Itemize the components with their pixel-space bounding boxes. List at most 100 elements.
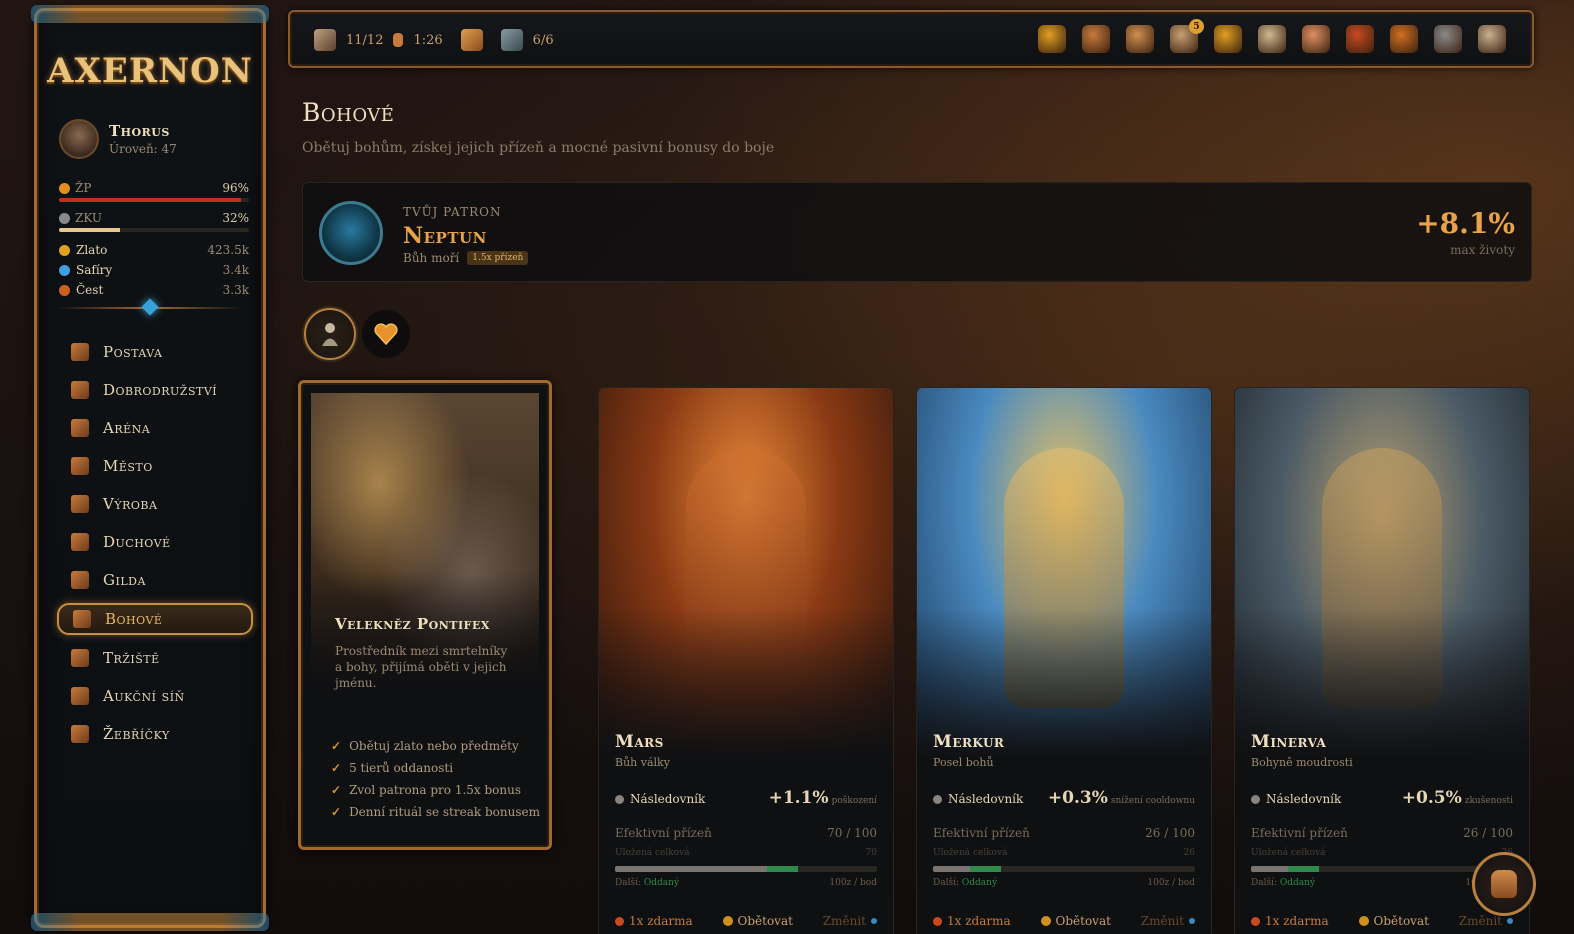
crown-icon[interactable] bbox=[1038, 25, 1066, 53]
explorer-icon bbox=[71, 381, 89, 399]
stored-label: Uložená celková bbox=[615, 848, 690, 858]
energy-icon bbox=[314, 29, 336, 51]
temple-icon[interactable] bbox=[1478, 25, 1506, 53]
trophy-icon[interactable] bbox=[1214, 25, 1242, 53]
sapphire-icon bbox=[871, 918, 877, 924]
god-title: Bůh války bbox=[615, 756, 670, 769]
honor-label: Čest bbox=[76, 283, 104, 297]
flame-icon bbox=[1251, 916, 1260, 926]
settings-gear-icon[interactable] bbox=[1434, 25, 1462, 53]
arena-icon bbox=[71, 419, 89, 437]
sidebar-item-7[interactable]: Bohové bbox=[57, 603, 253, 635]
tab-priest[interactable] bbox=[304, 308, 356, 360]
favor-progress-fill bbox=[933, 866, 970, 872]
hp-stat: ŽP 96% bbox=[59, 181, 249, 202]
pontifex-card[interactable]: Velekněz Pontifex Prostředník mezi smrte… bbox=[298, 380, 552, 850]
sidebar-item-10[interactable]: Žebříčky bbox=[57, 715, 253, 753]
sapphire-icon bbox=[59, 264, 70, 276]
sacrifice-rate: 100z / bod bbox=[1147, 878, 1195, 888]
sacrifice-label: Obětovat bbox=[737, 914, 793, 928]
top-bar: 11/12 1:26 6/6 5 bbox=[288, 10, 1534, 68]
god-card-merkur[interactable]: Merkur Posel bohů Následovník +0.3% snížení … bbox=[916, 387, 1212, 934]
timer-value: 1:26 bbox=[413, 32, 443, 48]
patron-multiplier-badge: 1.5x přízeň bbox=[467, 251, 529, 265]
next-rank-label: Další: bbox=[615, 878, 641, 888]
mail-icon[interactable] bbox=[1302, 25, 1330, 53]
god-card-mars[interactable]: Mars Bůh války Následovník +1.1% poškození Ef… bbox=[598, 387, 894, 934]
free-ritual-button[interactable]: 1x zdarma bbox=[1251, 914, 1329, 928]
change-label: Změnit bbox=[1458, 914, 1502, 928]
favor-progress-bar bbox=[933, 866, 1195, 872]
next-rank: Oddaný bbox=[643, 878, 680, 888]
colosseum-icon[interactable] bbox=[460, 29, 483, 51]
sidebar-item-1[interactable]: Dobrodružství bbox=[57, 371, 253, 409]
dungeon-tower-icon[interactable] bbox=[500, 29, 523, 51]
god-name: Merkur bbox=[933, 732, 1005, 752]
sidebar-item-3[interactable]: Město bbox=[57, 447, 253, 485]
sidebar-item-0[interactable]: Postava bbox=[57, 333, 253, 371]
favor-value: 26 / 100 bbox=[1463, 826, 1513, 840]
sacrifice-button[interactable]: Obětovat bbox=[1040, 914, 1111, 928]
sidebar-item-6[interactable]: Gilda bbox=[57, 561, 253, 599]
god-bonus-value: +1.1% bbox=[768, 788, 829, 808]
sapphire-label: Safíry bbox=[76, 263, 113, 277]
favor-progress-fill bbox=[1251, 866, 1288, 872]
free-ritual-label: 1x zdarma bbox=[947, 914, 1011, 928]
change-patron-button[interactable]: Změnit bbox=[1141, 914, 1195, 928]
xp-value: 32% bbox=[222, 211, 249, 225]
sidebar-item-9[interactable]: Aukční síň bbox=[57, 677, 253, 715]
sapphire-icon bbox=[1507, 918, 1513, 924]
change-patron-button[interactable]: Změnit bbox=[823, 914, 877, 928]
xp-bar bbox=[59, 228, 249, 232]
pontifex-feature-text: Zvol patrona pro 1.5x bonus bbox=[349, 783, 522, 797]
sidebar-item-2[interactable]: Aréna bbox=[57, 409, 253, 447]
favor-progress-accent bbox=[1287, 866, 1320, 872]
sidebar-divider bbox=[57, 298, 243, 316]
patron-portrait[interactable] bbox=[319, 201, 383, 265]
scrolls-icon[interactable] bbox=[1258, 25, 1286, 53]
god-artwork bbox=[1235, 388, 1529, 758]
hp-bar bbox=[59, 198, 249, 202]
free-ritual-button[interactable]: 1x zdarma bbox=[615, 914, 693, 928]
game-logo[interactable]: AXERNON bbox=[37, 51, 263, 91]
next-rank-label: Další: bbox=[933, 878, 959, 888]
sidebar-item-4[interactable]: Výroba bbox=[57, 485, 253, 523]
helmet-icon bbox=[71, 343, 89, 361]
treasure-map-icon[interactable] bbox=[1126, 25, 1154, 53]
help-icon[interactable] bbox=[1390, 25, 1418, 53]
free-ritual-button[interactable]: 1x zdarma bbox=[933, 914, 1011, 928]
ladder-trophy-icon bbox=[71, 725, 89, 743]
compass-icon[interactable] bbox=[1082, 25, 1110, 53]
player-avatar[interactable] bbox=[59, 119, 99, 159]
hourglass-icon bbox=[393, 33, 404, 47]
sidebar-item-label: Dobrodružství bbox=[103, 381, 218, 399]
god-artwork bbox=[917, 388, 1211, 758]
stored-value: 70 bbox=[865, 848, 877, 858]
god-rank: Následovník bbox=[948, 792, 1024, 806]
shield-badge-icon[interactable] bbox=[1346, 25, 1374, 53]
patron-description: Bůh moří bbox=[403, 251, 460, 265]
checkmark-icon: ✓ bbox=[331, 783, 342, 797]
favor-progress-accent bbox=[766, 866, 799, 872]
god-card-minerva[interactable]: Minerva Bohyně moudrosti Následovník +0.5% z… bbox=[1234, 387, 1530, 934]
favor-progress-bar bbox=[615, 866, 877, 872]
dungeon-value: 6/6 bbox=[532, 32, 554, 48]
checkmark-icon: ✓ bbox=[331, 805, 342, 819]
patron-caption: TVŮJ PATRON bbox=[403, 205, 502, 219]
gold-coin-icon bbox=[59, 244, 70, 256]
sidebar-item-label: Bohové bbox=[105, 610, 163, 628]
sidebar-item-label: Aréna bbox=[103, 419, 151, 437]
change-label: Změnit bbox=[1140, 914, 1184, 928]
change-patron-button[interactable]: Změnit bbox=[1459, 914, 1513, 928]
sidebar: AXERNON Thorus Úroveň: 47 ŽP 96% ZKU 32%… bbox=[31, 5, 269, 931]
honor-resource: Čest 3.3k bbox=[59, 283, 249, 297]
inventory-bag-button[interactable] bbox=[1472, 852, 1536, 916]
sacrifice-button[interactable]: Obětovat bbox=[1358, 914, 1429, 928]
tab-blessings[interactable] bbox=[362, 310, 410, 358]
gold-value: 423.5k bbox=[207, 243, 249, 257]
quest-scroll-icon[interactable]: 5 bbox=[1170, 19, 1204, 53]
sidebar-item-8[interactable]: Tržiště bbox=[57, 639, 253, 677]
sacrifice-button[interactable]: Obětovat bbox=[722, 914, 793, 928]
player-profile[interactable]: Thorus Úroveň: 47 bbox=[59, 119, 177, 159]
sidebar-item-5[interactable]: Duchové bbox=[57, 523, 253, 561]
